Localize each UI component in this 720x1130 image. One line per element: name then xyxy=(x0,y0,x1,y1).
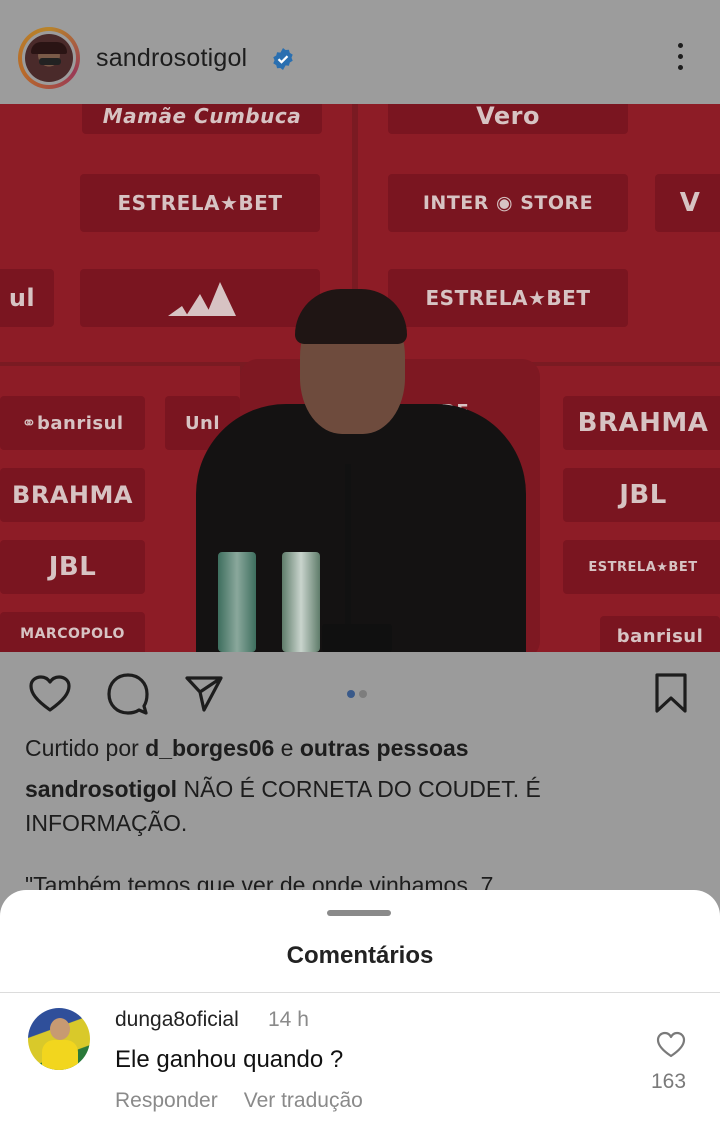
caption-username[interactable]: sandrosotigol xyxy=(25,776,177,802)
carousel-indicator xyxy=(347,685,371,703)
divider xyxy=(0,992,720,993)
adidas-logo xyxy=(80,269,320,327)
comment-avatar[interactable] xyxy=(28,1008,90,1070)
comment-actions: Responder Ver tradução xyxy=(115,1089,389,1113)
more-vertical-icon[interactable] xyxy=(668,40,692,76)
brand-inter-store: INTER ◉ STORE xyxy=(388,174,628,232)
heart-icon[interactable] xyxy=(28,674,72,714)
share-icon[interactable] xyxy=(184,674,224,714)
reply-button[interactable]: Responder xyxy=(115,1089,218,1112)
brand-banrisul: ⚭banrisul xyxy=(0,396,145,450)
liked-by[interactable]: Curtido por d_borges06 e outras pessoas xyxy=(25,735,469,762)
carousel-dot xyxy=(359,690,367,698)
microphone xyxy=(345,464,351,624)
adidas-icon xyxy=(168,282,236,316)
brand-vero: Vero xyxy=(388,104,628,134)
drink-can xyxy=(282,552,320,652)
microphone-base xyxy=(322,624,392,652)
brand-brahma-left: BRAHMA xyxy=(0,468,145,522)
liked-by-others[interactable]: outras pessoas xyxy=(300,735,469,761)
brand-brahma-right: BRAHMA xyxy=(563,396,720,450)
brand-v-right: V xyxy=(655,174,720,232)
brand-estrelabet-mid: ESTRELA★BET xyxy=(388,269,628,327)
liked-by-prefix: Curtido por xyxy=(25,735,146,761)
carousel-dot-active xyxy=(347,690,355,698)
post-media-image[interactable]: Mamãe Cumbuca Vero ESTRELA★BET INTER ◉ S… xyxy=(0,104,720,652)
brand-jbl-right: JBL xyxy=(563,468,720,522)
comment-icon[interactable] xyxy=(106,672,150,716)
comment-like-count: 163 xyxy=(651,1070,687,1093)
bookmark-icon[interactable] xyxy=(654,672,688,714)
post-header: sandrosotigol xyxy=(0,0,720,104)
drink-can xyxy=(218,552,256,652)
sheet-drag-handle[interactable] xyxy=(327,910,391,916)
brand-marcopolo: MARCOPOLO xyxy=(0,612,145,652)
post-username[interactable]: sandrosotigol xyxy=(96,44,247,73)
comment-text: Ele ganhou quando ? xyxy=(115,1046,344,1073)
comment-time: 14 h xyxy=(268,1008,309,1031)
comment-username[interactable]: dunga8oficial xyxy=(115,1008,239,1032)
brand-mamae: Mamãe Cumbuca xyxy=(82,104,322,134)
brand-banrisul-right: banrisul xyxy=(600,616,720,652)
brand-estrelabet-top: ESTRELA★BET xyxy=(80,174,320,232)
brand-jbl-left: JBL xyxy=(0,540,145,594)
verified-badge-icon xyxy=(273,48,293,70)
sheet-title: Comentários xyxy=(286,942,434,969)
post-caption: sandrosotigol NÃO É CORNETA DO COUDET. É… xyxy=(25,772,665,840)
profile-avatar[interactable] xyxy=(18,27,80,89)
liked-by-user[interactable]: d_borges06 xyxy=(145,735,274,761)
brand-ul: ul xyxy=(0,269,54,327)
translate-button[interactable]: Ver tradução xyxy=(244,1089,363,1112)
brand-estrelabet-right: ESTRELA★BET xyxy=(563,540,720,594)
comment-heart-icon[interactable] xyxy=(656,1031,686,1059)
liked-by-suffix: e xyxy=(274,735,300,761)
